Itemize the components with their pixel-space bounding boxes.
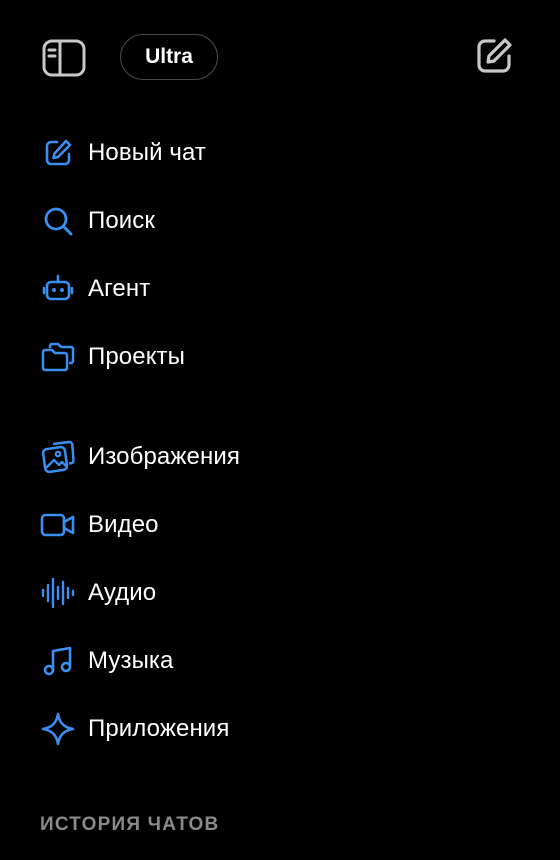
images-icon bbox=[38, 437, 78, 477]
nav-item-agent[interactable]: Агент bbox=[38, 265, 518, 313]
robot-icon bbox=[38, 269, 78, 309]
edit-icon bbox=[38, 133, 78, 173]
new-chat-compose-button[interactable] bbox=[472, 34, 516, 78]
nav-item-search[interactable]: Поиск bbox=[38, 197, 518, 245]
nav-item-label: Изображения bbox=[88, 443, 240, 470]
nav-item-label: Агент bbox=[88, 275, 151, 302]
nav-item-apps[interactable]: Приложения bbox=[38, 705, 518, 753]
top-bar: Ultra bbox=[0, 0, 560, 118]
nav-item-label: Приложения bbox=[88, 715, 230, 742]
plan-badge-label: Ultra bbox=[145, 45, 193, 68]
nav-item-label: Видео bbox=[88, 511, 159, 538]
nav-item-label: Музыка bbox=[88, 647, 174, 674]
nav-item-label: Проекты bbox=[88, 343, 186, 370]
audio-waveform-icon bbox=[38, 573, 78, 613]
nav-item-new-chat[interactable]: Новый чат bbox=[38, 129, 518, 177]
nav-item-label: Новый чат bbox=[88, 139, 206, 166]
sidebar-toggle-icon bbox=[42, 39, 86, 77]
chat-history-header: ИСТОРИЯ ЧАТОВ bbox=[40, 814, 220, 835]
plan-badge[interactable]: Ultra bbox=[120, 34, 218, 80]
edit-icon bbox=[474, 36, 514, 76]
nav-item-projects[interactable]: Проекты bbox=[38, 333, 518, 381]
music-note-icon bbox=[38, 641, 78, 681]
nav-item-music[interactable]: Музыка bbox=[38, 637, 518, 685]
sidebar-toggle-button[interactable] bbox=[42, 38, 86, 78]
video-icon bbox=[38, 505, 78, 545]
nav-item-label: Поиск bbox=[88, 207, 156, 234]
nav-item-images[interactable]: Изображения bbox=[38, 433, 518, 481]
search-icon bbox=[38, 201, 78, 241]
nav-item-video[interactable]: Видео bbox=[38, 501, 518, 549]
sparkle-icon bbox=[38, 709, 78, 749]
nav-item-audio[interactable]: Аудио bbox=[38, 569, 518, 617]
nav-item-label: Аудио bbox=[88, 579, 157, 606]
folders-icon bbox=[38, 337, 78, 377]
